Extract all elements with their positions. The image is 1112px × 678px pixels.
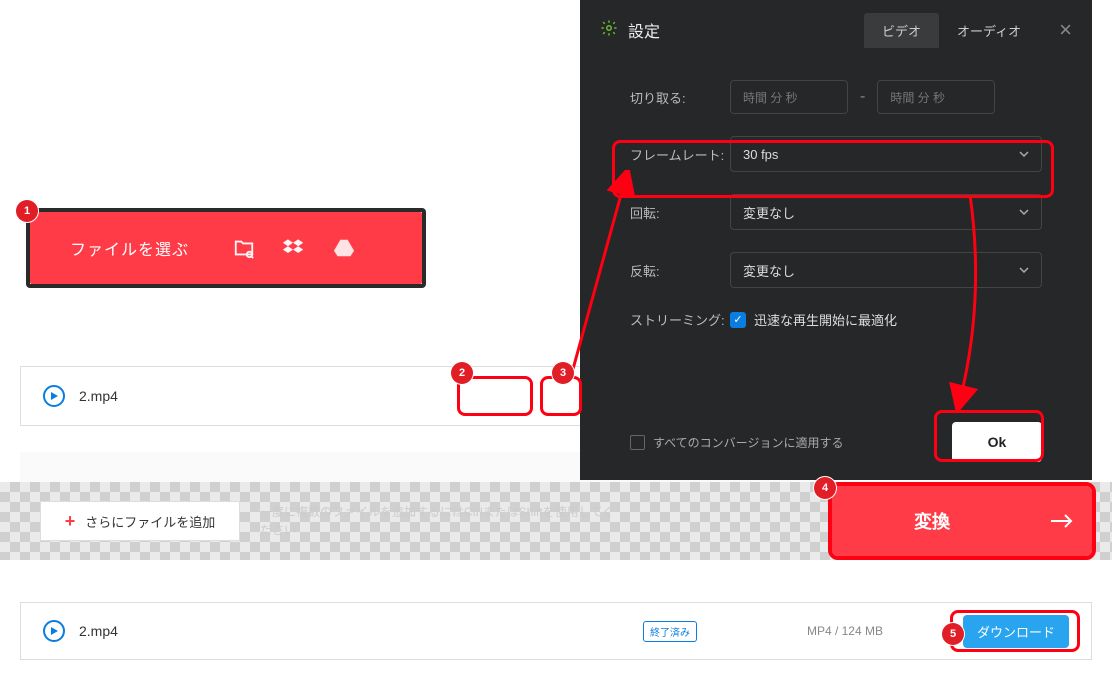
modal-gear-icon <box>600 19 618 42</box>
step-badge-3: 3 <box>552 362 574 384</box>
ok-button[interactable]: Ok <box>952 422 1042 462</box>
streaming-opt-label: 迅速な再生開始に最適化 <box>754 310 897 329</box>
convert-label: 変換 <box>832 508 1032 534</box>
choose-file-button[interactable]: ファイルを選ぶ <box>30 212 422 284</box>
play-icon-done[interactable] <box>43 620 65 642</box>
modal-body: 切り取る: 時間 分 秒 - 時間 分 秒 フレームレート: 30 fps 回転… <box>580 60 1092 329</box>
framerate-label: フレームレート: <box>630 145 730 164</box>
done-panel: 2.mp4 終了済み MP4 / 124 MB ダウンロード <box>20 602 1092 660</box>
file-browse-icon[interactable] <box>219 223 269 273</box>
rotate-row: 回転: 変更なし <box>630 194 1042 230</box>
tab-audio[interactable]: オーディオ <box>939 13 1039 48</box>
modal-header: 設定 ビデオ オーディオ × <box>580 0 1092 60</box>
rotate-value: 変更なし <box>743 203 795 222</box>
streaming-checkbox[interactable]: ✓ <box>730 312 746 328</box>
framerate-row: フレームレート: 30 fps <box>630 136 1042 172</box>
gdrive-icon[interactable] <box>319 223 369 273</box>
checkbox-icon <box>630 435 645 450</box>
flip-row: 反転: 変更なし <box>630 252 1042 288</box>
play-icon[interactable] <box>43 385 65 407</box>
modal-footer: すべてのコンバージョンに適用する Ok <box>580 422 1092 462</box>
convert-button[interactable]: 変換 <box>832 486 1092 556</box>
apply-all-label: すべてのコンバージョンに適用する <box>653 434 843 451</box>
framerate-select[interactable]: 30 fps <box>730 136 1042 172</box>
rotate-label: 回転: <box>630 203 730 222</box>
trim-label: 切り取る: <box>630 88 730 107</box>
chevron-down-icon <box>1019 209 1029 215</box>
trim-start-input[interactable]: 時間 分 秒 <box>730 80 848 114</box>
status-badge: 終了済み <box>643 621 697 642</box>
chevron-down-icon <box>1019 151 1029 157</box>
done-file-name: 2.mp4 <box>79 623 118 639</box>
trim-row: 切り取る: 時間 分 秒 - 時間 分 秒 <box>630 80 1042 114</box>
flip-select[interactable]: 変更なし <box>730 252 1042 288</box>
multi-file-tip: 一度に複数のファイルを追加するにはCtrlまたはShiftを使用してください <box>260 503 620 539</box>
streaming-label: ストリーミング: <box>630 310 730 329</box>
choose-file-wrapper: ファイルを選ぶ <box>26 208 426 288</box>
plus-icon: + <box>65 511 76 532</box>
choose-file-label: ファイルを選ぶ <box>30 236 219 260</box>
download-button[interactable]: ダウンロード <box>963 615 1069 648</box>
file-meta: MP4 / 124 MB <box>807 624 883 638</box>
trim-dash: - <box>860 88 865 106</box>
add-more-button[interactable]: + さらにファイルを追加 <box>40 501 240 541</box>
tab-video[interactable]: ビデオ <box>864 13 939 48</box>
step-badge-2: 2 <box>451 362 473 384</box>
streaming-row: ストリーミング: ✓ 迅速な再生開始に最適化 <box>630 310 1042 329</box>
apply-all-checkbox[interactable]: すべてのコンバージョンに適用する <box>630 434 843 451</box>
modal-title: 設定 <box>628 18 864 42</box>
close-icon[interactable]: × <box>1059 17 1072 43</box>
dropbox-icon[interactable] <box>269 223 319 273</box>
trim-end-input[interactable]: 時間 分 秒 <box>877 80 995 114</box>
settings-modal: 設定 ビデオ オーディオ × 切り取る: 時間 分 秒 - 時間 分 秒 フレー… <box>580 0 1092 480</box>
step-badge-1: 1 <box>16 200 38 222</box>
convert-wrapper: 変換 <box>828 482 1096 560</box>
framerate-value: 30 fps <box>743 147 778 162</box>
arrow-right-icon <box>1032 486 1092 556</box>
step-badge-4: 4 <box>814 477 836 499</box>
step-badge-5: 5 <box>942 623 964 645</box>
chevron-down-icon <box>1019 267 1029 273</box>
add-more-label: さらにファイルを追加 <box>85 512 215 531</box>
rotate-select[interactable]: 変更なし <box>730 194 1042 230</box>
flip-value: 変更なし <box>743 261 795 280</box>
flip-label: 反転: <box>630 261 730 280</box>
